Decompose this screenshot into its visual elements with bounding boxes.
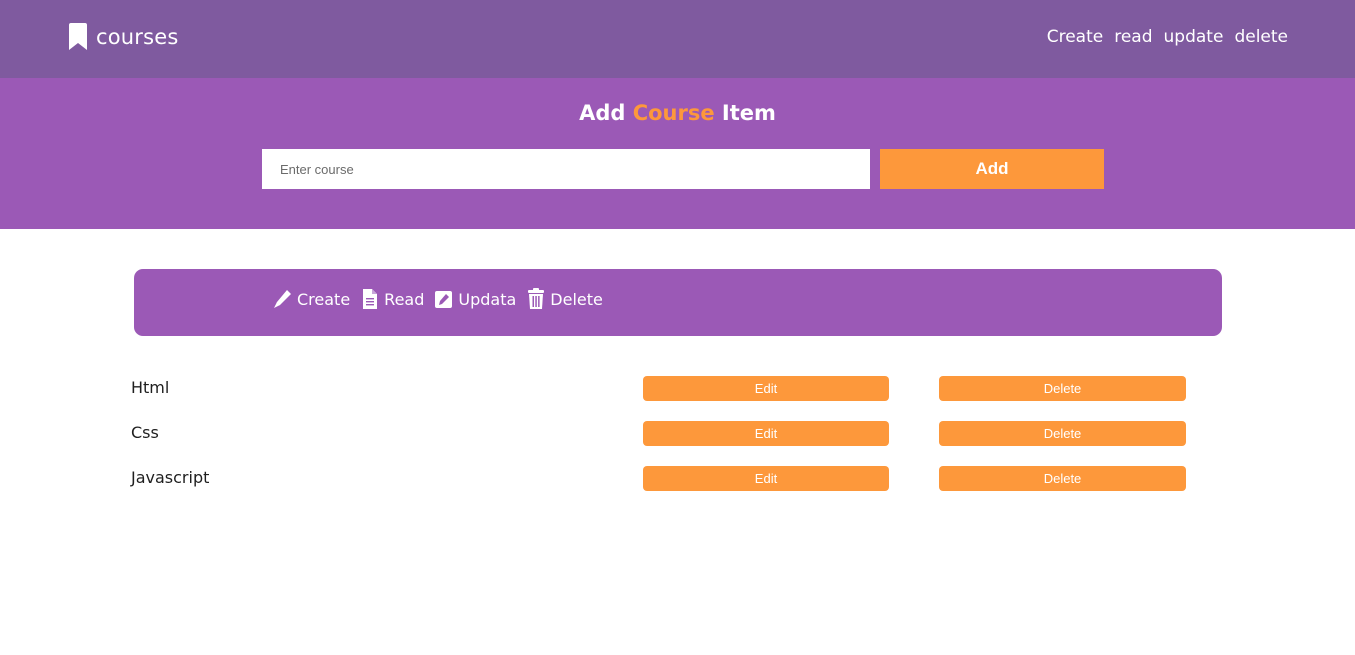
crud-label-read: Read (384, 289, 425, 309)
nav-link-create[interactable]: Create (1047, 27, 1104, 47)
brand[interactable]: courses (68, 22, 179, 52)
brand-text: courses (96, 25, 179, 49)
course-row: Javascript Edit Delete (0, 466, 1355, 492)
title-start: Add (579, 101, 626, 125)
delete-button[interactable]: Delete (939, 376, 1186, 401)
edit-button[interactable]: Edit (643, 466, 889, 491)
crud-item-create[interactable]: Create (273, 288, 350, 310)
nav-link-read[interactable]: read (1114, 27, 1152, 47)
course-name: Css (131, 423, 159, 442)
course-name: Html (131, 378, 170, 397)
course-name: Javascript (131, 468, 210, 487)
title-end: Item (721, 101, 776, 125)
edit-square-icon (435, 291, 453, 308)
crud-item-update[interactable]: Updata (434, 288, 516, 310)
bookmark-icon (69, 23, 87, 50)
nav-link-delete[interactable]: delete (1234, 27, 1288, 47)
crud-bar: Create Read Updata Delete (134, 269, 1222, 336)
navbar: courses Create read update delete (0, 0, 1355, 78)
crud-item-delete[interactable]: Delete (526, 288, 603, 310)
trash-icon (528, 288, 545, 309)
add-course-title: Add Course Item (0, 101, 1355, 125)
crud-label-update: Updata (458, 289, 517, 309)
crud-label-delete: Delete (550, 289, 603, 309)
add-button[interactable]: Add (880, 149, 1104, 189)
delete-button[interactable]: Delete (939, 421, 1186, 446)
delete-button[interactable]: Delete (939, 466, 1186, 491)
crud-items: Create Read Updata Delete (273, 288, 603, 310)
pencil-icon (274, 290, 291, 308)
course-row: Css Edit Delete (0, 421, 1355, 447)
crud-label-create: Create (297, 289, 351, 309)
course-input[interactable] (262, 149, 870, 189)
edit-button[interactable]: Edit (643, 376, 889, 401)
add-course-section: Add Course Item Add (0, 78, 1355, 229)
edit-button[interactable]: Edit (643, 421, 889, 446)
nav-link-update[interactable]: update (1164, 27, 1224, 47)
crud-item-read[interactable]: Read (360, 288, 424, 310)
file-icon (363, 289, 378, 309)
course-row: Html Edit Delete (0, 376, 1355, 402)
nav-links: Create read update delete (1047, 27, 1288, 47)
title-accent: Course (632, 101, 715, 125)
